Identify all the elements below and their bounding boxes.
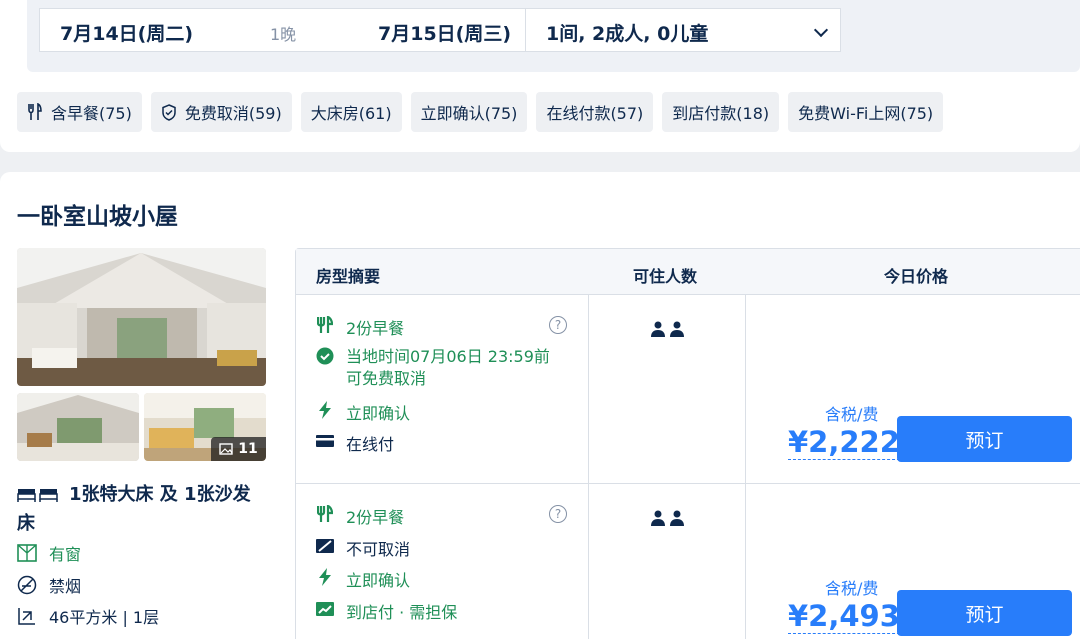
filter-label: 含早餐(75) <box>51 104 132 123</box>
room-photo-thumb[interactable]: 11 <box>144 393 266 461</box>
divider <box>588 295 589 639</box>
chevron-down-icon[interactable] <box>813 22 829 38</box>
room-card: 一卧室山坡小屋 11 1张特大床 及 1张沙发床 有窗 禁烟 46平方米 | 1… <box>0 172 1080 639</box>
guest-selector[interactable]: 1间, 2成人, 0儿童 <box>525 8 841 52</box>
payment-info: 到店付 · 需担保 <box>316 599 457 623</box>
lightning-icon <box>319 401 331 419</box>
filter-king-bed[interactable]: 大床房(61) <box>300 92 402 132</box>
feature-window: 有窗 <box>17 541 81 565</box>
no-cancel-icon <box>316 539 334 553</box>
payment-text: 到店付 · 需担保 <box>346 603 458 622</box>
feature-size: 46平方米 | 1层 <box>17 604 159 628</box>
header-price: 今日价格 <box>884 267 949 286</box>
price: ¥2,222 <box>788 425 900 460</box>
filter-chips: 含早餐(75) 免费取消(59) 大床房(61) 立即确认(75) 在线付款(5… <box>17 92 944 132</box>
room-title: 一卧室山坡小屋 <box>17 204 178 230</box>
room-size-icon <box>18 608 35 625</box>
occupancy-icons <box>651 321 684 337</box>
filter-breakfast[interactable]: 含早餐(75) <box>17 92 142 132</box>
room-photo-thumb[interactable] <box>17 393 139 461</box>
credit-card-icon <box>316 435 334 447</box>
help-icon[interactable]: ? <box>549 316 567 334</box>
date-picker[interactable]: 7月14日(周二) 1晚 7月15日(周三) <box>39 8 526 52</box>
divider <box>296 483 1080 484</box>
guest-summary: 1间, 2成人, 0儿童 <box>546 23 709 45</box>
breakfast-info: 2份早餐 <box>316 315 404 339</box>
checkout-date[interactable]: 7月15日(周三) <box>378 19 511 46</box>
person-icon <box>670 510 684 526</box>
table-header: 房型摘要 可住人数 今日价格 <box>296 249 1080 295</box>
filter-label: 在线付款(57) <box>546 104 644 123</box>
feature-label: 有窗 <box>49 545 82 564</box>
breakfast-text: 2份早餐 <box>346 319 405 338</box>
person-icon <box>651 321 665 337</box>
utensils-icon <box>317 316 333 333</box>
payment-text: 在线付 <box>346 435 395 454</box>
photo-count: 11 <box>238 441 258 457</box>
check-circle-icon <box>316 347 334 365</box>
payment-info: 在线付 <box>316 431 394 455</box>
filter-label: 到店付款(18) <box>672 104 770 123</box>
person-icon <box>651 510 665 526</box>
utensils-icon <box>317 505 333 522</box>
header-occupancy: 可住人数 <box>633 267 698 286</box>
filter-pay-at-hotel[interactable]: 到店付款(18) <box>662 92 780 132</box>
help-icon[interactable]: ? <box>549 505 567 523</box>
photo-count-badge[interactable]: 11 <box>211 437 266 461</box>
shield-icon <box>162 103 176 121</box>
checkin-date[interactable]: 7月14日(周二) <box>60 19 193 46</box>
pay-at-hotel-icon <box>316 602 334 616</box>
no-smoking-icon <box>17 575 37 595</box>
bed-icon <box>17 489 58 502</box>
feature-label: 46平方米 | 1层 <box>49 608 160 627</box>
search-panel: 7月14日(周二) 1晚 7月15日(周三) 1间, 2成人, 0儿童 含早餐(… <box>0 0 1080 152</box>
tax-label: 含税/费 <box>825 579 879 598</box>
cancel-text: 不可取消 <box>346 540 411 559</box>
filter-free-wifi[interactable]: 免费Wi-Fi上网(75) <box>788 92 944 132</box>
confirm-text: 立即确认 <box>346 571 411 590</box>
price: ¥2,493 <box>788 599 900 634</box>
feature-label: 禁烟 <box>49 577 82 596</box>
breakfast-info: 2份早餐 <box>316 504 404 528</box>
filter-pay-online[interactable]: 在线付款(57) <box>536 92 654 132</box>
filter-label: 立即确认(75) <box>420 104 518 123</box>
rate-table: 房型摘要 可住人数 今日价格 2份早餐 ? 当地时间07月06日 23:59前可… <box>295 248 1080 639</box>
bed-info: 1张特大床 及 1张沙发床 <box>17 480 267 538</box>
person-icon <box>670 321 684 337</box>
nights-count: 1晚 <box>270 25 297 44</box>
cancel-policy: 不可取消 <box>316 536 410 560</box>
cancel-text: 当地时间07月06日 23:59前可免费取消 <box>346 347 550 388</box>
image-icon <box>219 443 233 455</box>
room-photo-main[interactable] <box>17 248 266 386</box>
book-button[interactable]: 预订 <box>897 590 1072 636</box>
filter-label: 免费Wi-Fi上网(75) <box>798 104 934 123</box>
lightning-icon <box>319 568 331 586</box>
filter-free-cancel[interactable]: 免费取消(59) <box>150 92 292 132</box>
occupancy-icons <box>651 510 684 526</box>
breakfast-text: 2份早餐 <box>346 508 405 527</box>
filter-label: 免费取消(59) <box>184 104 282 123</box>
cancel-policy: 当地时间07月06日 23:59前可免费取消 <box>316 346 556 390</box>
utensils-icon <box>28 103 42 120</box>
filter-label: 大床房(61) <box>310 104 392 123</box>
confirm-info: 立即确认 <box>316 567 410 591</box>
search-bar: 7月14日(周二) 1晚 7月15日(周三) 1间, 2成人, 0儿童 <box>27 0 1080 72</box>
book-button[interactable]: 预订 <box>897 416 1072 462</box>
confirm-text: 立即确认 <box>346 404 411 423</box>
feature-no-smoking: 禁烟 <box>17 573 81 597</box>
divider <box>745 295 746 639</box>
header-summary: 房型摘要 <box>316 267 381 286</box>
filter-instant-confirm[interactable]: 立即确认(75) <box>410 92 528 132</box>
window-icon <box>17 544 37 562</box>
tax-label: 含税/费 <box>825 405 879 424</box>
confirm-info: 立即确认 <box>316 400 410 424</box>
